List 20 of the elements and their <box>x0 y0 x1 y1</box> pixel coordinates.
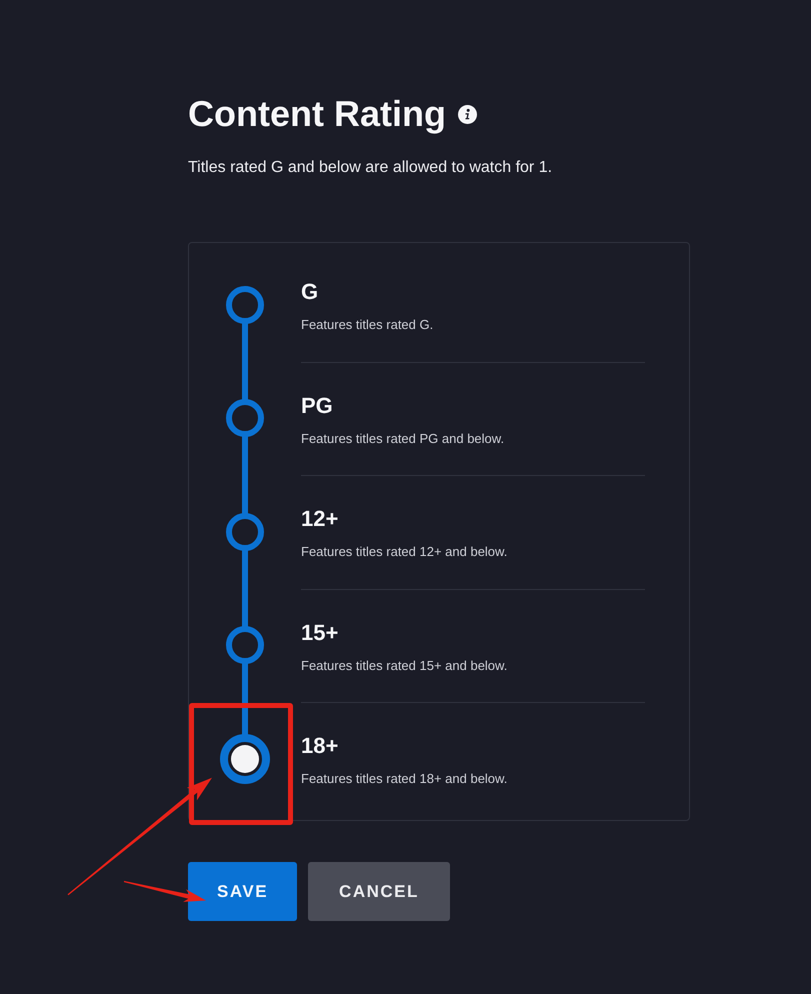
rating-radio[interactable] <box>220 734 270 784</box>
rating-title: 12+ <box>301 506 340 532</box>
rating-title: 18+ <box>301 733 340 759</box>
rating-description: Features titles rated 12+ and below. <box>301 543 508 561</box>
rating-title: 15+ <box>301 620 340 646</box>
rating-title: G <box>301 279 320 305</box>
rating-radio[interactable] <box>226 399 264 438</box>
rating-description: Features titles rated 18+ and below. <box>301 770 508 788</box>
save-button[interactable]: SAVE <box>188 862 298 920</box>
description-text: Titles rated G and below are allowed to watch for 1. <box>188 158 554 178</box>
rating-title: PG <box>301 392 334 418</box>
cancel-button[interactable]: CANCEL <box>308 862 450 920</box>
rating-radio[interactable] <box>226 512 264 551</box>
info-icon[interactable] <box>458 104 477 124</box>
rating-radio[interactable] <box>226 626 264 664</box>
rating-description: Features titles rated PG and below. <box>301 430 506 448</box>
rating-description: Features titles rated 15+ and below. <box>301 656 508 674</box>
rating-description: Features titles rated G. <box>301 316 434 334</box>
rating-radio[interactable] <box>226 286 264 324</box>
page-title: Content Rating <box>188 92 446 136</box>
